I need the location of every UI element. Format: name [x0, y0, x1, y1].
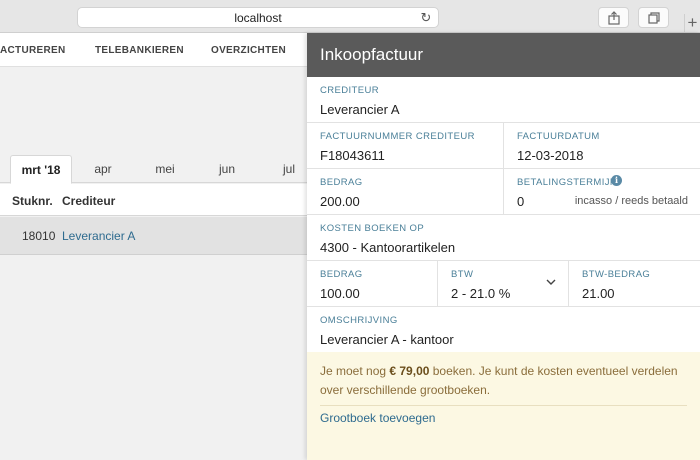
table-row[interactable]: 18010 Leverancier A	[0, 217, 307, 255]
new-tab-button[interactable]: +	[684, 14, 700, 33]
url-text: localhost	[234, 11, 282, 25]
nav-item-factureren[interactable]: ACTUREREN	[0, 45, 65, 56]
column-header-stuknr[interactable]: Stuknr.	[12, 194, 53, 208]
tab-jun[interactable]: jun	[202, 155, 252, 183]
kosten-boeken-op-field[interactable]: KOSTEN BOEKEN OP 4300 - Kantoorartikelen	[307, 215, 700, 261]
app-background: ACTUREREN TELEBANKIEREN OVERZICHTEN mrt …	[0, 33, 307, 460]
omschrijving-label: OMSCHRIJVING	[320, 315, 398, 326]
factuurdatum-value: 12-03-2018	[517, 148, 584, 163]
cell-stuknr: 18010	[22, 229, 56, 243]
notice-divider	[320, 405, 687, 406]
btw-value: 2 - 21.0 %	[451, 286, 511, 301]
remaining-amount-notice: Je moet nog € 79,00 boeken. Je kunt de k…	[307, 352, 700, 460]
column-header-crediteur[interactable]: Crediteur	[62, 194, 115, 208]
betalingstermijn-value: 0	[517, 194, 525, 209]
bedrag-label: BEDRAG	[320, 177, 363, 188]
betalingstermijn-hint: incasso / reeds betaald	[574, 195, 688, 207]
crediteur-value: Leverancier A	[320, 102, 400, 117]
kosten-boeken-op-label: KOSTEN BOEKEN OP	[320, 223, 425, 234]
factuurdatum-field[interactable]: FACTUURDATUM 12-03-2018	[504, 123, 700, 169]
info-icon[interactable]: i	[611, 175, 622, 186]
add-ledger-link[interactable]: Grootboek toevoegen	[320, 411, 435, 425]
kosten-boeken-op-value: 4300 - Kantoorartikelen	[320, 240, 456, 255]
btw-select[interactable]: BTW 2 - 21.0 %	[438, 261, 569, 307]
month-tabs: mrt '18 apr mei jun jul	[0, 155, 307, 184]
notice-text: Je moet nog € 79,00 boeken. Je kunt de k…	[320, 364, 678, 397]
factuurnummer-label: FACTUURNUMMER CREDITEUR	[320, 131, 475, 142]
tab-mrt-18[interactable]: mrt '18	[10, 155, 72, 184]
omschrijving-field[interactable]: OMSCHRIJVING Leverancier A - kantoor	[307, 307, 700, 352]
panel-title: Inkoopfactuur	[320, 45, 424, 64]
tab-jul[interactable]: jul	[264, 155, 307, 183]
nav-item-telebankieren[interactable]: TELEBANKIEREN	[95, 45, 184, 56]
crediteur-field[interactable]: CREDITEUR Leverancier A	[307, 77, 700, 123]
btw-bedrag-value: 21.00	[582, 286, 615, 301]
panel-header: Inkoopfactuur	[307, 33, 700, 77]
btw-bedrag-label: BTW-BEDRAG	[582, 269, 651, 280]
notice-amount: € 79,00	[389, 364, 430, 378]
regel-bedrag-field[interactable]: BEDRAG 100.00	[307, 261, 438, 307]
browser-toolbar: localhost ↻ +	[0, 0, 700, 33]
btw-bedrag-field[interactable]: BTW-BEDRAG 21.00	[569, 261, 700, 307]
bedrag-field[interactable]: BEDRAG 200.00	[307, 169, 504, 215]
omschrijving-value: Leverancier A - kantoor	[320, 332, 454, 347]
share-button[interactable]	[598, 7, 629, 28]
crediteur-label: CREDITEUR	[320, 85, 380, 96]
regel-bedrag-label: BEDRAG	[320, 269, 363, 280]
invoice-panel: Inkoopfactuur CREDITEUR Leverancier A FA…	[307, 33, 700, 460]
betalingstermijn-label: BETALINGSTERMIJN	[517, 177, 618, 188]
bedrag-value: 200.00	[320, 194, 360, 209]
reload-icon[interactable]: ↻	[419, 11, 433, 25]
tab-mei[interactable]: mei	[140, 155, 190, 183]
tabs-button[interactable]	[638, 7, 669, 28]
tabs-icon	[647, 11, 660, 24]
factuurdatum-label: FACTUURDATUM	[517, 131, 600, 142]
factuurnummer-value: F18043611	[320, 148, 385, 163]
btw-label: BTW	[451, 269, 474, 280]
nav-item-overzichten[interactable]: OVERZICHTEN	[211, 45, 286, 56]
main-nav: ACTUREREN TELEBANKIEREN OVERZICHTEN	[0, 33, 307, 67]
regel-bedrag-value: 100.00	[320, 286, 360, 301]
share-icon	[607, 10, 620, 25]
table-header: Stuknr. Crediteur	[0, 184, 307, 216]
chevron-down-icon	[546, 279, 556, 285]
betalingstermijn-field[interactable]: BETALINGSTERMIJN i 0 incasso / reeds bet…	[504, 169, 700, 215]
tab-apr[interactable]: apr	[78, 155, 128, 183]
address-bar[interactable]: localhost ↻	[77, 7, 439, 28]
factuurnummer-field[interactable]: FACTUURNUMMER CREDITEUR F18043611	[307, 123, 504, 169]
cell-crediteur-link[interactable]: Leverancier A	[62, 229, 135, 243]
